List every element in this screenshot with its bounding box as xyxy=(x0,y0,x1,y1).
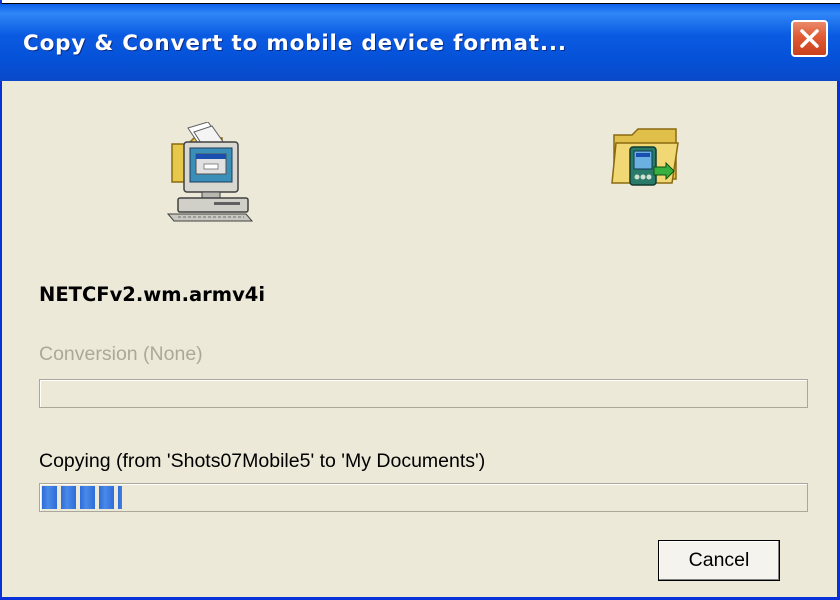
cancel-button[interactable]: Cancel xyxy=(658,540,780,581)
conversion-label: Conversion (None) xyxy=(39,343,203,365)
desktop-computer-folder-icon xyxy=(166,122,254,222)
mobile-device-folder-icon xyxy=(611,128,679,186)
close-button[interactable] xyxy=(791,20,828,57)
file-name: NETCFv2.wm.armv4i xyxy=(39,283,266,306)
copying-progress-fill xyxy=(42,486,122,509)
window-title: Copy & Convert to mobile device format..… xyxy=(23,31,567,56)
window-top-edge xyxy=(2,0,840,4)
copying-progress-bar xyxy=(39,483,808,512)
dialog-body: NETCFv2.wm.armv4i Conversion (None) Copy… xyxy=(2,81,837,597)
close-icon xyxy=(800,29,819,48)
conversion-progress-bar xyxy=(39,379,808,408)
title-bar[interactable]: Copy & Convert to mobile device format..… xyxy=(0,4,840,81)
copy-convert-dialog: Copy & Convert to mobile device format..… xyxy=(0,0,840,600)
copying-label: Copying (from 'Shots07Mobile5' to 'My Do… xyxy=(39,450,486,472)
